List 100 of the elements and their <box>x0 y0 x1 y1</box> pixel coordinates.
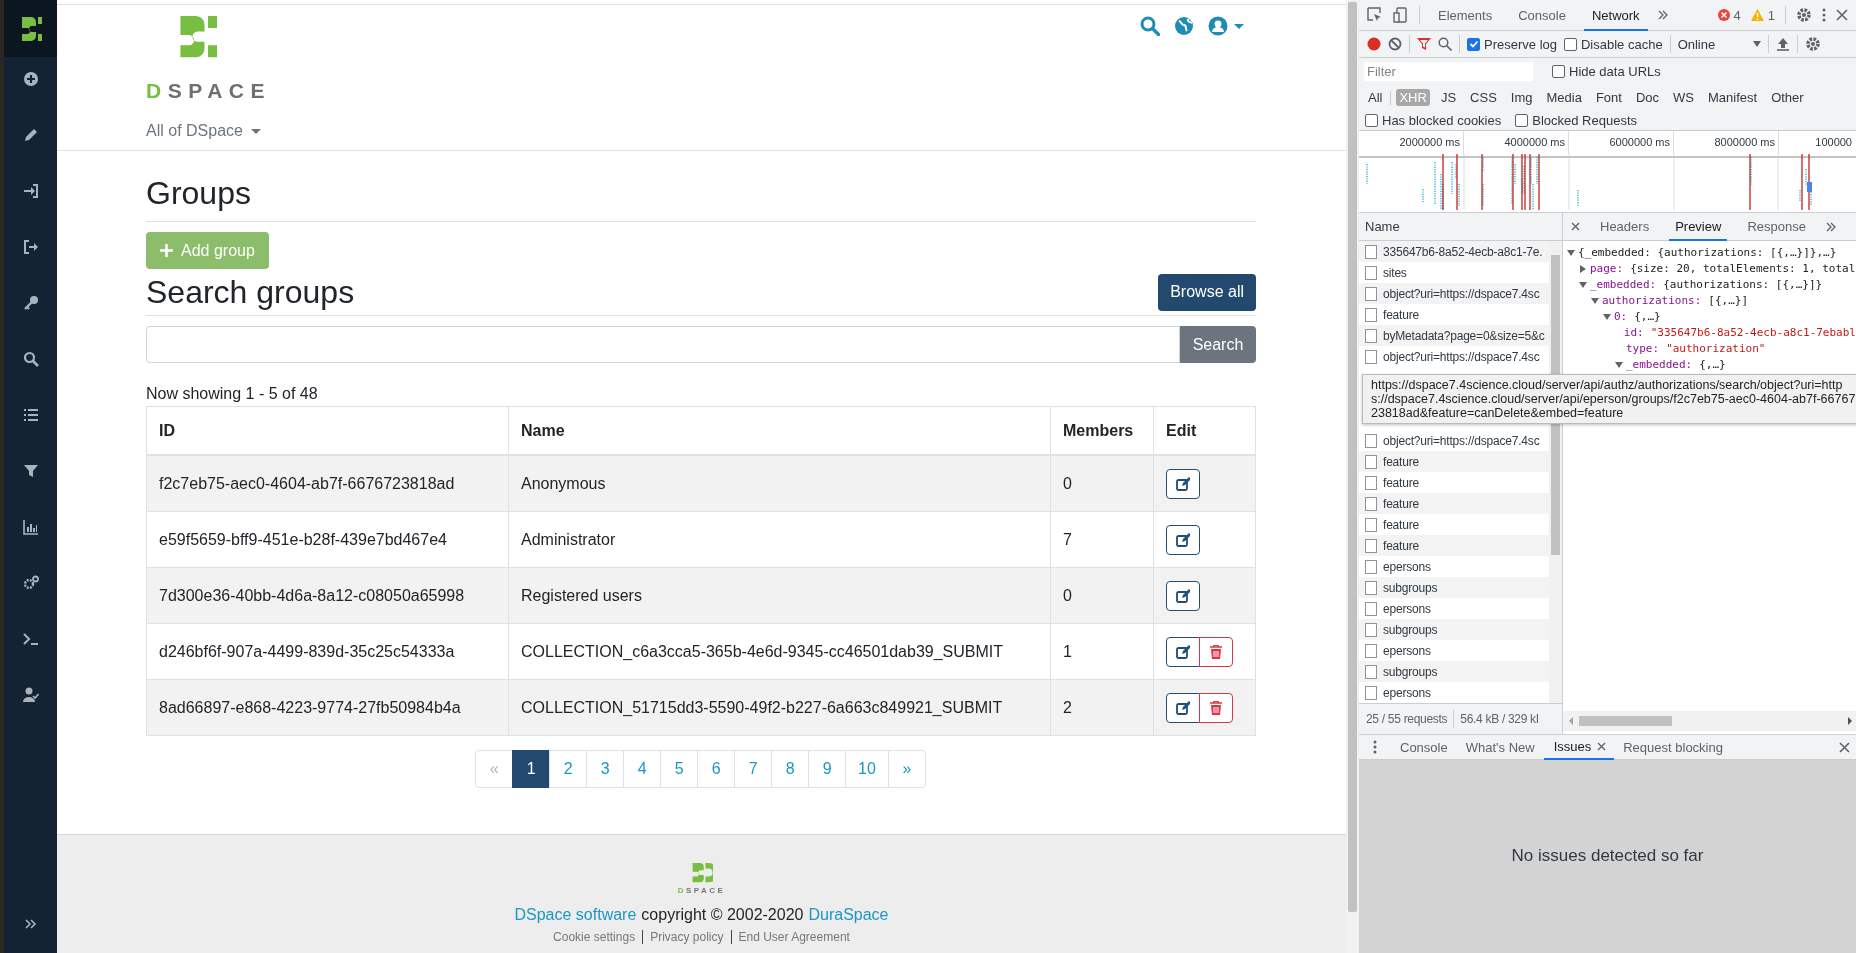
record-icon[interactable] <box>1367 37 1381 51</box>
type-filter[interactable]: Other <box>1768 89 1807 106</box>
search-icon[interactable] <box>1140 16 1160 36</box>
delete-button[interactable] <box>1199 636 1233 667</box>
menu-icon[interactable] <box>1822 8 1826 22</box>
panel-tab[interactable]: Console <box>1510 0 1574 31</box>
page-link[interactable]: » <box>887 750 926 788</box>
expand-arrow-icon[interactable] <box>1580 265 1586 273</box>
checkbox[interactable] <box>1365 113 1378 127</box>
inspect-icon[interactable] <box>1367 7 1383 23</box>
type-filter[interactable]: Media <box>1543 89 1585 106</box>
device-icon[interactable] <box>1393 7 1409 23</box>
type-filter[interactable]: Font <box>1592 89 1625 106</box>
terminal-icon[interactable] <box>22 631 39 647</box>
settings-icon[interactable] <box>1805 36 1822 52</box>
settings-icon[interactable] <box>1796 7 1812 23</box>
gears-icon[interactable] <box>22 575 39 591</box>
type-filter[interactable]: Manifest <box>1705 89 1761 106</box>
filter-icon[interactable] <box>22 463 39 479</box>
request-name[interactable]: epersons <box>1383 559 1431 574</box>
expand-arrow-icon[interactable] <box>1603 314 1611 320</box>
expand-arrow-icon[interactable] <box>1615 362 1623 368</box>
error-icon[interactable] <box>1717 9 1730 21</box>
filter-field[interactable]: Filter <box>1364 62 1533 81</box>
request-name[interactable]: epersons <box>1383 601 1431 616</box>
search-field[interactable] <box>146 326 1180 363</box>
type-filter[interactable]: JS <box>1437 89 1460 106</box>
expand-icon[interactable] <box>24 919 37 929</box>
more-tabs-icon[interactable] <box>1825 221 1836 232</box>
request-name[interactable]: object?uri=https://dspace7.4sc <box>1383 349 1540 364</box>
key-icon[interactable] <box>22 295 39 311</box>
search-icon[interactable] <box>22 351 39 367</box>
error-count[interactable]: 4 <box>1733 7 1741 23</box>
type-filter[interactable]: Img <box>1507 89 1536 106</box>
drawer-tab[interactable]: Console <box>1391 734 1457 760</box>
drawer-tab[interactable]: What's New <box>1456 734 1544 760</box>
sign-out-icon[interactable] <box>22 239 39 255</box>
list-icon[interactable] <box>22 407 39 423</box>
close-icon[interactable] <box>1597 741 1607 751</box>
delete-button[interactable] <box>1199 692 1233 723</box>
close-icon[interactable] <box>1839 741 1850 753</box>
edit-button[interactable] <box>1166 468 1200 499</box>
browse-all-button[interactable]: Browse all <box>1158 273 1256 311</box>
checkbox[interactable] <box>1564 37 1577 51</box>
logo-icon[interactable] <box>19 16 42 41</box>
upload-icon[interactable] <box>1776 37 1791 51</box>
edit-button[interactable] <box>1166 524 1200 555</box>
edit-button[interactable] <box>1166 692 1200 723</box>
expand-arrow-icon[interactable] <box>1567 250 1575 256</box>
detail-tab[interactable]: Response <box>1741 213 1812 241</box>
request-name[interactable]: feature <box>1383 538 1419 553</box>
scope-dropdown[interactable]: All of DSpace <box>146 122 261 140</box>
clear-icon[interactable] <box>1388 37 1402 51</box>
close-icon[interactable] <box>1836 9 1848 21</box>
more-tabs-icon[interactable] <box>1657 10 1668 20</box>
throttling-dropdown[interactable]: Online <box>1677 36 1762 52</box>
page-link[interactable]: 1 <box>512 750 551 788</box>
pencil-icon[interactable] <box>22 127 39 143</box>
logo-wordmark[interactable]: DSPACE <box>146 80 271 102</box>
warning-count[interactable]: 1 <box>1767 7 1775 23</box>
request-name[interactable]: epersons <box>1383 685 1431 700</box>
user-check-icon[interactable] <box>22 687 39 703</box>
sign-in-icon[interactable] <box>22 183 39 199</box>
scrollbar[interactable] <box>1563 711 1856 731</box>
edit-button[interactable] <box>1166 636 1200 667</box>
filter-icon[interactable] <box>1417 37 1431 51</box>
footer-link[interactable]: Privacy policy <box>642 930 731 944</box>
scrollbar[interactable] <box>1346 0 1359 953</box>
request-name[interactable]: feature <box>1383 475 1419 490</box>
type-filter[interactable]: All <box>1365 89 1386 106</box>
search-icon[interactable] <box>1438 37 1452 51</box>
request-name[interactable]: object?uri=https://dspace7.4sc <box>1383 433 1540 448</box>
checkbox[interactable] <box>1552 65 1565 78</box>
type-filter[interactable]: WS <box>1670 89 1697 106</box>
close-icon[interactable] <box>1571 222 1580 231</box>
request-name[interactable]: feature <box>1383 496 1419 511</box>
menu-icon[interactable] <box>1373 740 1377 754</box>
expand-arrow-icon[interactable] <box>1579 282 1587 288</box>
page-link[interactable]: 3 <box>586 750 625 788</box>
request-name[interactable]: feature <box>1383 454 1419 469</box>
user-menu[interactable] <box>1208 16 1244 36</box>
checkbox[interactable] <box>1515 113 1529 127</box>
type-filter[interactable]: CSS <box>1467 89 1500 106</box>
request-name[interactable]: sites <box>1383 265 1407 280</box>
request-name[interactable]: feature <box>1383 517 1419 532</box>
checkbox[interactable] <box>1467 37 1480 51</box>
footer-link[interactable]: Cookie settings <box>546 930 643 944</box>
expand-arrow-icon[interactable] <box>1591 298 1599 304</box>
plus-circle-icon[interactable] <box>22 71 39 87</box>
bar-chart-icon[interactable] <box>22 519 39 535</box>
detail-tab[interactable]: Preview <box>1669 213 1728 241</box>
request-name[interactable]: feature <box>1383 307 1419 322</box>
search-button[interactable]: Search <box>1180 326 1256 363</box>
request-name[interactable]: epersons <box>1383 643 1431 658</box>
edit-button[interactable] <box>1166 580 1200 611</box>
panel-tab[interactable]: Elements <box>1430 0 1501 31</box>
globe-icon[interactable] <box>1174 16 1194 36</box>
drawer-tab[interactable]: Request blocking <box>1614 734 1732 760</box>
detail-tab[interactable]: Headers <box>1594 213 1656 241</box>
type-filter[interactable]: Doc <box>1632 89 1663 106</box>
